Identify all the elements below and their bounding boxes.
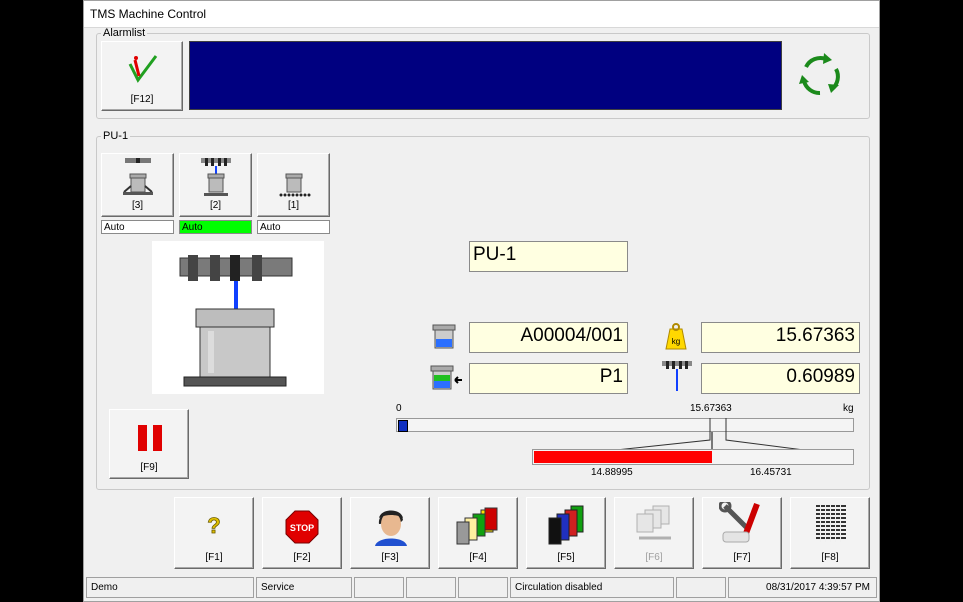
f6-label: [F6] [645, 552, 663, 563]
scale-bar-fill [398, 420, 408, 432]
status-user: Service [256, 577, 352, 598]
f3-operator-button[interactable]: [F3] [350, 497, 430, 569]
f8-keypad-button[interactable]: [F8] [790, 497, 870, 569]
f1-label: [F1] [205, 552, 223, 563]
lower-tolerance-label: 14.88995 [591, 467, 633, 478]
status-message: Circulation disabled [510, 577, 674, 598]
status-datetime: 08/31/2017 4:39:57 PM [728, 577, 877, 598]
program-display: P1 [469, 363, 628, 394]
refresh-icon[interactable] [796, 51, 844, 99]
title-bar: TMS Machine Control [84, 1, 879, 28]
colorants-icon [456, 507, 498, 545]
f9-label: [F9] [140, 462, 158, 473]
f6-circulation-button: [F6] [614, 497, 694, 569]
canisters-icon [548, 505, 584, 545]
f8-label: [F8] [821, 552, 839, 563]
station-3-key: [3] [131, 200, 144, 211]
scale-min-label: 0 [396, 403, 402, 414]
dispenser-head-icon [179, 255, 293, 387]
station-1-key: [1] [287, 200, 300, 211]
status-cell-4 [676, 577, 726, 598]
stop-icon: STOP [285, 510, 319, 544]
order-display: A00004/001 [469, 322, 628, 353]
status-mode: Demo [86, 577, 254, 598]
scale-current-label: 15.67363 [690, 403, 732, 414]
cup-program-icon [430, 365, 462, 390]
dispense-icon [201, 158, 231, 196]
alarmlist-label: Alarmlist [103, 27, 146, 39]
weight-display: 15.67363 [701, 322, 860, 353]
f2-label: [F2] [293, 552, 311, 563]
status-cell-1 [354, 577, 404, 598]
station-2-button[interactable]: [2] [179, 153, 252, 217]
svg-text:?: ? [207, 514, 220, 536]
station-2-key: [2] [209, 200, 222, 211]
f7-label: [F7] [733, 552, 751, 563]
help-icon: ? [207, 514, 221, 536]
f5-label: [F5] [557, 552, 575, 563]
f4-label: [F4] [469, 552, 487, 563]
pu-group-label: PU-1 [103, 130, 129, 142]
tolerance-bar [532, 449, 854, 465]
f7-tools-button[interactable]: [F7] [702, 497, 782, 569]
scale-unit-label: kg [843, 403, 854, 414]
window-title: TMS Machine Control [90, 7, 207, 21]
operator-icon [375, 510, 407, 546]
station-3-mode: Auto [101, 220, 174, 234]
pause-button[interactable]: [F9] [109, 409, 189, 479]
f3-label: [F3] [381, 552, 399, 563]
dose-icon [662, 361, 692, 391]
alarm-ack-button[interactable]: [F12] [101, 41, 183, 111]
pause-icon [138, 425, 162, 451]
station-2-mode: Auto [179, 220, 252, 234]
pu-name-display: PU-1 [469, 241, 628, 272]
keypad-icon [816, 504, 846, 542]
station-1-button[interactable]: [1] [257, 153, 330, 217]
svg-text:STOP: STOP [290, 523, 314, 533]
cup-order-icon [432, 324, 456, 349]
main-window: TMS Machine Control Alarmlist [F12] PU-1 [83, 0, 880, 602]
alarm-display [189, 41, 782, 110]
station-1-mode: Auto [257, 220, 330, 234]
status-cell-3 [458, 577, 508, 598]
f4-colorants-button[interactable]: [F4] [438, 497, 518, 569]
machine-image [152, 241, 324, 394]
alarm-check-icon [128, 55, 158, 83]
tolerance-bar-fill [534, 451, 712, 463]
tools-icon [719, 502, 760, 543]
f2-stop-button[interactable]: STOP [F2] [262, 497, 342, 569]
station-3-button[interactable]: [3] [101, 153, 174, 217]
circulation-icon [636, 505, 671, 540]
f1-help-button[interactable]: ? [F1] [174, 497, 254, 569]
weight-icon: kg [665, 323, 687, 350]
status-cell-2 [406, 577, 456, 598]
cup-mix-icon [279, 173, 311, 197]
f5-canisters-button[interactable]: [F5] [526, 497, 606, 569]
svg-text:kg: kg [672, 337, 680, 346]
cup-lift-icon [123, 158, 153, 195]
f12-label: [F12] [130, 94, 154, 105]
upper-tolerance-label: 16.45731 [750, 467, 792, 478]
dose-display: 0.60989 [701, 363, 860, 394]
